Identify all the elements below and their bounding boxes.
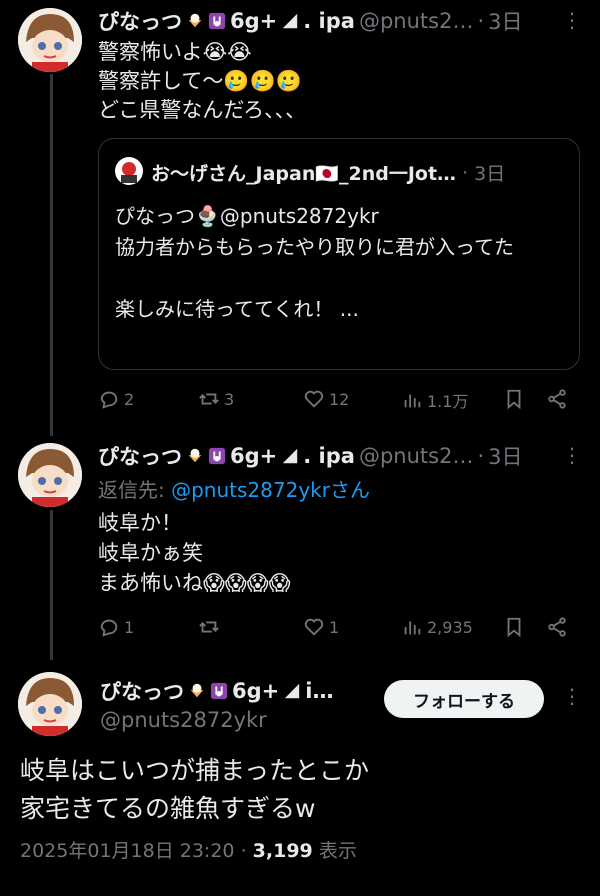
signal-icon xyxy=(281,12,299,30)
bookmark-icon xyxy=(507,389,521,410)
display-name[interactable]: ぴなっつ xyxy=(100,676,184,706)
bookmark-button[interactable] xyxy=(503,388,525,410)
views-label: 表示 xyxy=(318,840,357,862)
rabbit-icon xyxy=(208,447,226,465)
timestamp[interactable]: 3日 xyxy=(488,441,522,471)
quote-avatar xyxy=(115,157,143,185)
reply-count: 1 xyxy=(124,617,135,637)
name-badge: 6g+ xyxy=(230,444,278,468)
name-badge: 6g+ xyxy=(232,679,280,703)
views-button[interactable]: 1.1万 xyxy=(401,388,468,412)
retweet-button[interactable] xyxy=(198,616,224,638)
views-count: 2,935 xyxy=(427,617,473,637)
reply-button[interactable]: 2 xyxy=(98,388,134,410)
reply-prefix: 返信先: xyxy=(98,478,172,502)
separator-dot: · xyxy=(477,444,485,468)
like-count: 12 xyxy=(329,389,350,409)
like-count: 1 xyxy=(329,617,340,637)
name-suffix: i… xyxy=(305,679,334,703)
reply-to-link[interactable]: @pnuts2872ykrさん xyxy=(171,478,370,502)
tweet-text: 警察怖いよ😭😭 警察許して〜🥲🥲🥲 どこ県警なんだろ、、、 xyxy=(98,40,307,122)
tweet-text: 岐阜か！ 岐阜かぁ笑 まあ怖いね😱😱😱😱 xyxy=(98,511,291,595)
rabbit-icon xyxy=(208,12,226,30)
rabbit-icon xyxy=(210,682,228,700)
share-icon xyxy=(548,617,566,637)
thread-line xyxy=(50,510,53,660)
name-suffix: . ipa xyxy=(303,444,355,468)
handle[interactable]: @pnuts2… xyxy=(359,444,474,468)
views-count: 1.1万 xyxy=(427,392,469,411)
views-icon xyxy=(404,621,421,635)
post-timestamp[interactable]: 2025年01月18日 23:20 xyxy=(20,840,235,862)
share-button[interactable] xyxy=(546,616,568,638)
bookmark-button[interactable] xyxy=(503,616,525,638)
quote-tweet-card[interactable]: お〜げさん_Japan🇯🇵_2nd一Jot… · 3日 ぴなっつ🍨@pnuts2… xyxy=(98,138,580,370)
more-options-icon[interactable]: ⋮ xyxy=(562,684,583,708)
avatar[interactable] xyxy=(18,8,82,72)
tweet-text: 岐阜はこいつが捕まったとこか 家宅きてるの雑魚すぎるw xyxy=(20,756,370,823)
ice-cream-icon xyxy=(186,447,204,465)
like-button[interactable]: 1 xyxy=(303,616,339,638)
ice-cream-icon xyxy=(188,682,206,700)
separator-dot: · xyxy=(477,9,485,33)
retweet-icon xyxy=(199,621,219,633)
signal-icon xyxy=(283,682,301,700)
reply-icon xyxy=(100,391,118,409)
share-icon xyxy=(548,389,566,409)
like-button[interactable]: 12 xyxy=(303,388,349,410)
avatar[interactable] xyxy=(18,672,82,736)
reply-count: 2 xyxy=(124,389,135,409)
views-icon xyxy=(404,394,421,408)
retweet-button[interactable]: 3 xyxy=(198,388,234,410)
views-count: 3,199 xyxy=(252,840,313,862)
share-button[interactable] xyxy=(546,388,568,410)
more-options-icon[interactable]: ⋮ xyxy=(562,443,583,467)
handle[interactable]: @pnuts2… xyxy=(359,9,474,33)
heart-icon xyxy=(304,390,324,408)
retweet-count: 3 xyxy=(224,389,235,409)
bookmark-icon xyxy=(507,617,521,638)
reply-context: 返信先: @pnuts2872ykrさん xyxy=(98,474,370,503)
display-name[interactable]: ぴなっつ xyxy=(98,6,182,36)
avatar[interactable] xyxy=(18,443,82,507)
quote-timestamp: 3日 xyxy=(474,163,506,185)
separator-dot: · xyxy=(240,840,247,862)
signal-icon xyxy=(281,447,299,465)
name-badge: 6g+ xyxy=(230,9,278,33)
separator-dot: · xyxy=(462,161,469,184)
retweet-icon xyxy=(199,393,219,405)
views-button[interactable]: 2,935 xyxy=(401,616,473,638)
name-suffix: . ipa xyxy=(303,9,355,33)
timestamp[interactable]: 3日 xyxy=(488,6,522,36)
follow-button[interactable]: フォローする xyxy=(384,680,544,718)
reply-button[interactable]: 1 xyxy=(98,616,134,638)
display-name[interactable]: ぴなっつ xyxy=(98,441,182,471)
heart-icon xyxy=(304,618,324,636)
ice-cream-icon xyxy=(186,12,204,30)
tweet-meta: 2025年01月18日 23:20 · 3,199 表示 xyxy=(20,836,357,863)
quote-display-name: お〜げさん_Japan🇯🇵_2nd一Jot… xyxy=(151,163,457,185)
thread-line xyxy=(50,74,53,436)
handle[interactable]: @pnuts2872ykr xyxy=(100,708,267,732)
reply-icon xyxy=(100,619,118,637)
more-options-icon[interactable]: ⋮ xyxy=(562,8,583,32)
quote-text: ぴなっつ🍨@pnuts2872ykr 協力者からもらったやり取りに君が入ってた … xyxy=(115,204,514,321)
